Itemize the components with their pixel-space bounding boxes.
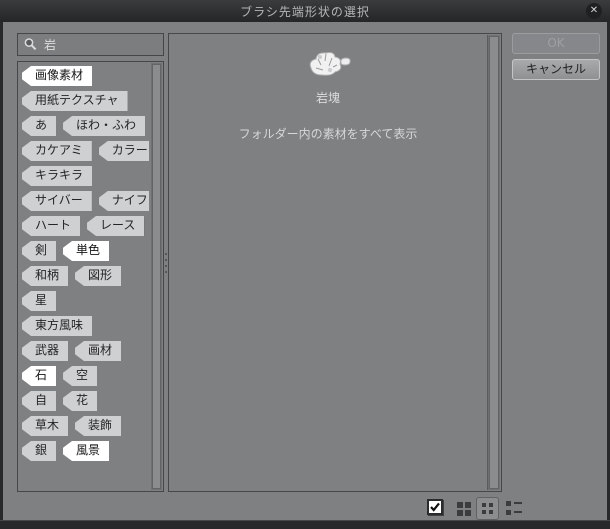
tag-和柄[interactable]: 和柄 bbox=[22, 266, 69, 286]
tag-装飾[interactable]: 装飾 bbox=[75, 416, 122, 436]
checkmark-icon bbox=[430, 502, 440, 512]
tag-search-box bbox=[17, 33, 164, 56]
material-panel: 岩塊 フォルダー内の素材をすべて表示 bbox=[168, 33, 502, 492]
tag-あ[interactable]: あ bbox=[22, 116, 57, 136]
brush-tip-shape-dialog: ブラシ先端形状の選択 ✕ 画像素材用紙テクスチャあほわ・ふわカケアミカラーキラキ… bbox=[0, 0, 610, 529]
tag-list: 画像素材用紙テクスチャあほわ・ふわカケアミ カラー キラキラサイバー ナイフ ハート レー… bbox=[22, 66, 149, 489]
tag-キラキラ[interactable]: キラキラ bbox=[22, 166, 93, 186]
tag-空[interactable]: 空 bbox=[63, 366, 98, 386]
show-all-filter-checkbox[interactable] bbox=[427, 499, 443, 515]
grid-small-view-icon[interactable] bbox=[476, 497, 499, 520]
material-list: 岩塊 フォルダー内の素材をすべて表示 bbox=[169, 34, 487, 491]
tag-サイバー[interactable]: サイバー bbox=[22, 191, 92, 211]
magnifier-icon bbox=[24, 38, 37, 51]
tag-カケアミ[interactable]: カケアミ bbox=[22, 141, 92, 161]
material-item-label: 岩塊 bbox=[315, 91, 340, 105]
tag-東方風味[interactable]: 東方風味 bbox=[22, 316, 93, 336]
tag-用紙テクスチャ[interactable]: 用紙テクスチャ bbox=[22, 91, 128, 111]
tag-list-scrollbar[interactable] bbox=[151, 63, 162, 490]
tag-カラー[interactable]: カラー bbox=[98, 141, 149, 161]
tag-花[interactable]: 花 bbox=[63, 391, 98, 411]
show-all-materials-item[interactable]: フォルダー内の素材をすべて表示 bbox=[169, 125, 487, 142]
material-item-rock[interactable]: 岩塊 bbox=[169, 34, 487, 106]
tag-ほわ・ふわ[interactable]: ほわ・ふわ bbox=[63, 116, 146, 136]
search-input[interactable] bbox=[44, 37, 158, 52]
tag-自[interactable]: 自 bbox=[22, 391, 57, 411]
grid-large-view-icon[interactable] bbox=[457, 502, 471, 516]
tag-図形[interactable]: 図形 bbox=[75, 266, 122, 286]
tag-石[interactable]: 石 bbox=[22, 366, 57, 386]
dialog-titlebar: ブラシ先端形状の選択 ✕ bbox=[0, 0, 610, 22]
tag-ハート[interactable]: ハート bbox=[22, 216, 81, 236]
material-scrollbar[interactable] bbox=[487, 35, 500, 490]
tag-単色[interactable]: 単色 bbox=[63, 241, 110, 261]
dialog-title: ブラシ先端形状の選択 bbox=[240, 4, 370, 19]
tag-レース[interactable]: レース bbox=[87, 216, 145, 236]
material-scrollbar-thumb[interactable] bbox=[489, 36, 499, 489]
tag-銀[interactable]: 銀 bbox=[22, 441, 57, 461]
cancel-button[interactable]: キャンセル bbox=[512, 59, 600, 80]
tag-画材[interactable]: 画材 bbox=[75, 341, 122, 361]
tag-画像素材[interactable]: 画像素材 bbox=[22, 66, 93, 86]
close-icon[interactable]: ✕ bbox=[586, 3, 602, 19]
tag-武器[interactable]: 武器 bbox=[22, 341, 69, 361]
tag-草木[interactable]: 草木 bbox=[22, 416, 69, 436]
tag-scrollbar-thumb[interactable] bbox=[152, 64, 161, 489]
list-view-icon[interactable] bbox=[506, 501, 522, 519]
tag-ナイフ[interactable]: ナイフ bbox=[98, 191, 149, 211]
window-frame-left bbox=[0, 22, 3, 529]
ok-button[interactable]: OK bbox=[512, 33, 600, 54]
tag-剣[interactable]: 剣 bbox=[22, 241, 57, 261]
view-options-bar bbox=[0, 495, 610, 520]
rock-thumbnail-icon bbox=[304, 48, 352, 82]
window-frame-bottom bbox=[0, 520, 610, 529]
tag-星[interactable]: 星 bbox=[22, 291, 57, 311]
tag-風景[interactable]: 風景 bbox=[63, 441, 110, 461]
tag-panel: 画像素材用紙テクスチャあほわ・ふわカケアミ カラー キラキラサイバー ナイフ ハート レー… bbox=[17, 61, 164, 492]
